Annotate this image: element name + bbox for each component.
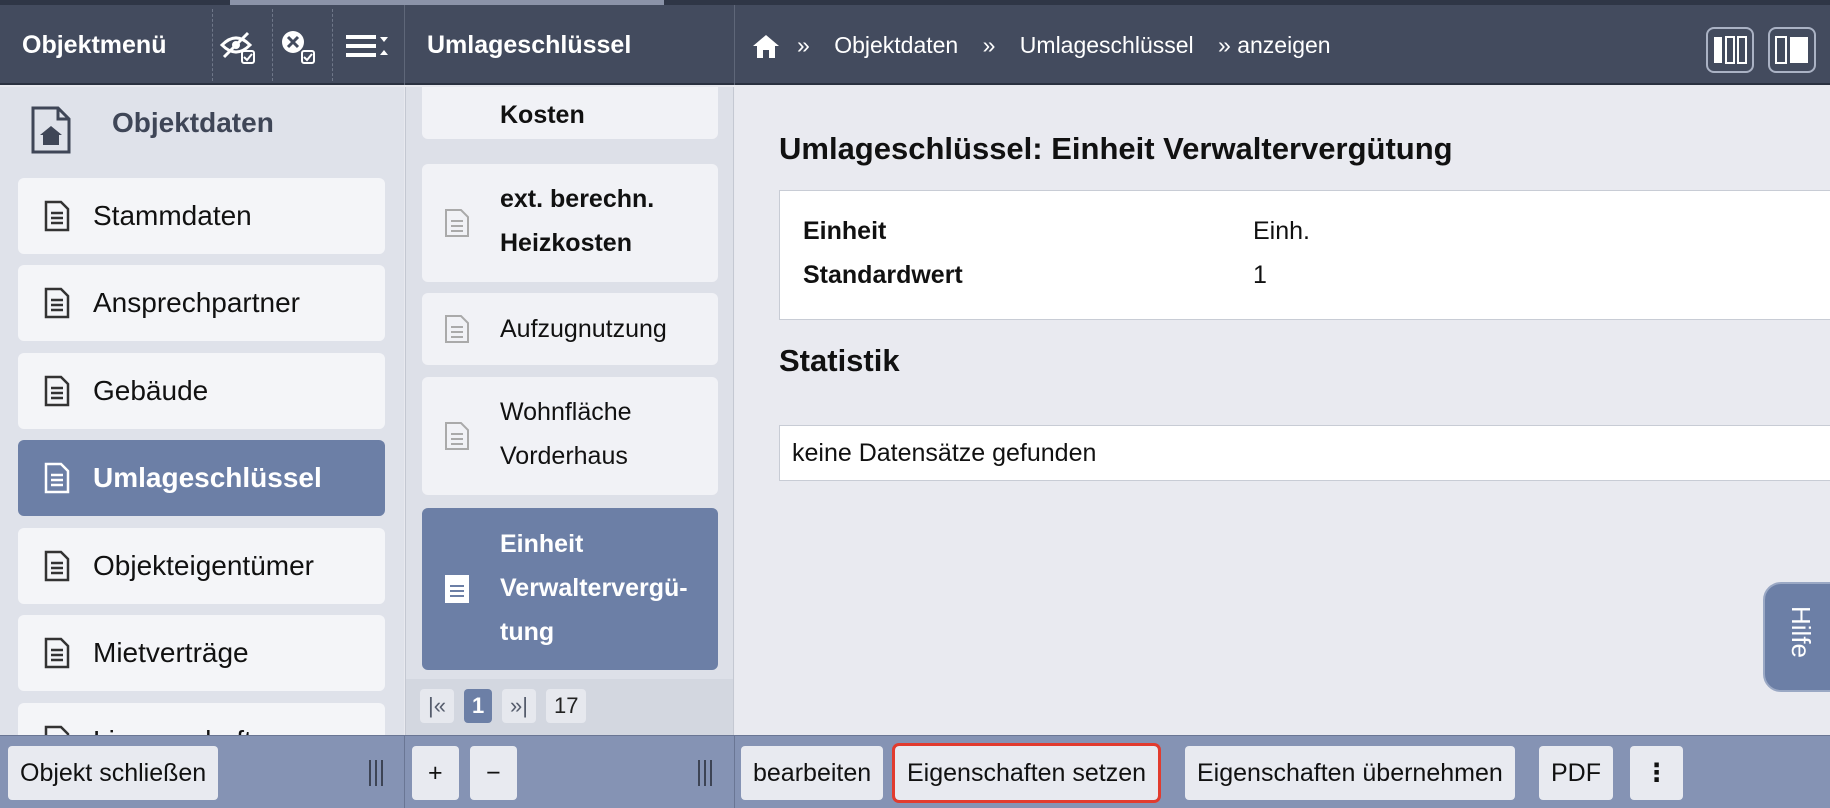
current-page[interactable]: 1 — [464, 689, 493, 723]
list-item-label-line2: Heizkosten — [500, 229, 632, 257]
close-object-icon[interactable] — [278, 27, 318, 67]
home-icon[interactable] — [752, 33, 780, 59]
document-icon — [44, 375, 70, 407]
list-item-label: ext. berechn. — [500, 185, 655, 213]
document-icon — [44, 200, 70, 232]
empty-message: keine Datensätze gefunden — [792, 439, 1097, 467]
adopt-properties-button[interactable]: Eigenschaften übernehmen — [1185, 746, 1515, 800]
three-columns-icon — [1714, 36, 1747, 64]
document-icon — [445, 422, 469, 450]
pagination: |« 1 »| 17 — [406, 679, 733, 735]
total-count: 17 — [546, 689, 587, 723]
properties-panel: Einheit Einh. Standardwert 1 — [779, 190, 1830, 320]
document-icon — [44, 550, 70, 582]
document-icon — [445, 315, 469, 343]
object-house-icon — [31, 106, 71, 154]
list-item-ext-heizkosten[interactable]: ext. berechn. Heizkosten — [422, 164, 718, 282]
list-item-label-line2: Verwaltervergü- — [500, 574, 688, 602]
allocation-key-list: Kosten ext. berechn. Heizkosten Aufzugnu… — [405, 87, 734, 735]
remove-button[interactable]: − — [470, 746, 517, 800]
layout-two-columns-button[interactable] — [1768, 27, 1816, 73]
top-header: Objektmenü Umlageschlüssel » Objektdaten… — [0, 5, 1830, 85]
sidebar-item-label: Objekteigentümer — [93, 550, 315, 581]
page-title: Umlageschlüssel: Einheit Verwaltervergüt… — [779, 131, 1453, 166]
help-label: Hilfe — [1786, 606, 1816, 659]
statistics-heading: Statistik — [779, 343, 900, 378]
list-item-aufzugnutzung[interactable]: Aufzugnutzung — [422, 293, 718, 365]
property-value: 1 — [1253, 261, 1267, 289]
two-columns-icon — [1775, 36, 1808, 64]
list-item-einheit-verwalterverguetung[interactable]: Einheit Verwaltervergü- tung — [422, 508, 718, 670]
menu-toggle-icon[interactable] — [344, 27, 394, 67]
document-icon — [44, 287, 70, 319]
sidebar-item-mietvertraege[interactable]: Mietverträge — [18, 615, 385, 691]
sidebar-item-label: Ansprechpartner — [93, 287, 301, 318]
list-item-label-line3: tung — [500, 618, 555, 646]
resize-handle-icon[interactable] — [369, 760, 389, 786]
close-object-button[interactable]: Objekt schließen — [8, 746, 219, 800]
sidebar-item-label: Mietverträge — [93, 637, 249, 668]
sidebar-item-label: Umlageschlüssel — [93, 462, 322, 493]
sidebar-item-umlageschluessel[interactable]: Umlageschlüssel — [18, 440, 385, 516]
breadcrumb-anzeigen: » anzeigen — [1218, 32, 1331, 58]
last-page-button[interactable]: »| — [502, 689, 536, 723]
list-item-label-line2: Vorderhaus — [500, 442, 628, 470]
sidebar-item-gebaeude[interactable]: Gebäude — [18, 353, 385, 429]
property-value: Einh. — [1253, 217, 1310, 245]
sidebar-title: Objektdaten — [112, 107, 274, 138]
detail-view: Umlageschlüssel: Einheit Verwaltervergüt… — [735, 87, 1830, 735]
list-item-wohnflaeche-vorderhaus[interactable]: Wohnfläche Vorderhaus — [422, 377, 718, 495]
breadcrumb-umlageschluessel[interactable]: Umlageschlüssel — [1020, 32, 1194, 58]
sidebar-item-ansprechpartner[interactable]: Ansprechpartner — [18, 265, 385, 341]
sidebar-item-label: Gebäude — [93, 375, 209, 406]
action-bar: Objekt schließen + − bearbeiten Eigensch… — [0, 735, 1830, 808]
list-item-kosten[interactable]: Kosten — [422, 87, 718, 139]
resize-handle-icon[interactable] — [698, 760, 718, 786]
panel-title: Umlageschlüssel — [427, 31, 632, 59]
help-tab[interactable]: Hilfe — [1763, 582, 1830, 692]
breadcrumb: » Objektdaten » Umlageschlüssel » anzeig… — [797, 5, 1349, 85]
document-icon — [44, 462, 70, 494]
statistics-table: keine Datensätze gefunden — [779, 425, 1830, 481]
set-properties-button[interactable]: Eigenschaften setzen — [891, 743, 1162, 803]
list-item-label: Kosten — [500, 101, 585, 129]
sidebar-item-liegenschaften[interactable]: Liegenschaften — [18, 703, 385, 735]
sidebar-item-objekteigentuemer[interactable]: Objekteigentümer — [18, 528, 385, 604]
document-icon — [44, 637, 70, 669]
sidebar-item-label: Liegenschaften — [93, 703, 283, 735]
breadcrumb-separator: » — [797, 32, 810, 58]
sidebar-header: Objektdaten — [0, 87, 404, 177]
object-sidebar: Objektdaten Stammdaten Ansprechpartner G… — [0, 87, 404, 735]
list-item-label: Aufzugnutzung — [500, 315, 667, 343]
first-page-button[interactable]: |« — [420, 689, 454, 723]
add-button[interactable]: + — [412, 746, 459, 800]
sidebar-item-label: Stammdaten — [93, 200, 252, 231]
more-options-button[interactable]: ⋮ — [1630, 746, 1683, 800]
layout-three-columns-button[interactable] — [1706, 27, 1754, 73]
hide-visibility-icon[interactable] — [218, 27, 258, 67]
document-icon — [44, 725, 70, 735]
list-item-label: Einheit — [500, 530, 584, 558]
edit-button[interactable]: bearbeiten — [741, 746, 884, 800]
property-key: Einheit — [803, 217, 887, 245]
list-item-label: Wohnfläche — [500, 398, 632, 426]
object-menu-title: Objektmenü — [22, 31, 167, 59]
pdf-button[interactable]: PDF — [1539, 746, 1613, 800]
breadcrumb-objektdaten[interactable]: Objektdaten — [834, 32, 958, 58]
document-icon — [445, 209, 469, 237]
breadcrumb-separator: » — [982, 32, 996, 58]
sidebar-item-stammdaten[interactable]: Stammdaten — [18, 178, 385, 254]
document-icon — [445, 575, 469, 603]
property-key: Standardwert — [803, 261, 963, 289]
